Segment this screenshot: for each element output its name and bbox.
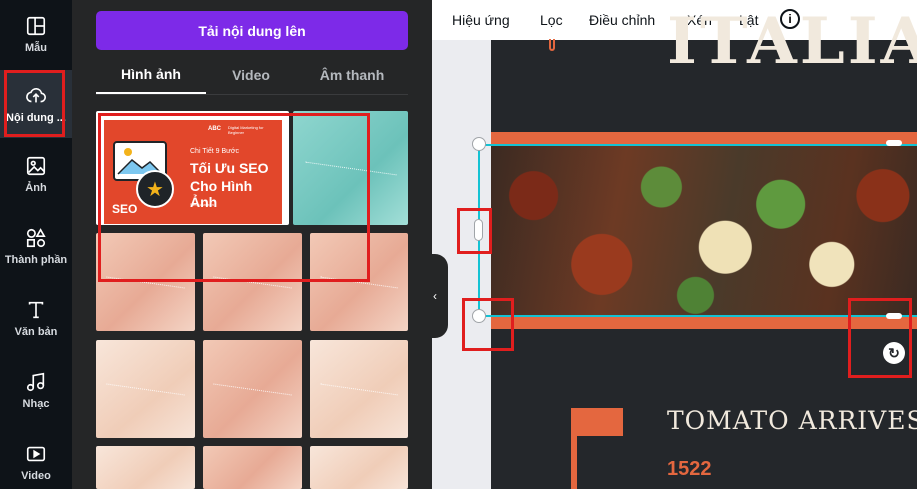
poster-year[interactable]: 1522 [667, 458, 712, 481]
nav-item-label: Video [21, 469, 51, 482]
poster-orange-pole [571, 408, 577, 489]
nav-item-video[interactable]: Video [0, 428, 72, 489]
media-tabs: Hình ảnh Video Âm thanh [96, 56, 408, 94]
template-icon [26, 16, 46, 35]
poster-food-image[interactable] [491, 144, 917, 316]
chevron-left-icon: ‹ [433, 289, 437, 303]
highlight-box-corner-handle [462, 298, 514, 351]
adjust-button[interactable]: Điều chỉnh [589, 0, 655, 40]
nav-item-photos[interactable]: Ảnh [0, 140, 72, 208]
collapse-panel-button[interactable]: ‹ [422, 254, 448, 338]
nav-item-elements[interactable]: Thành phần [0, 212, 72, 280]
music-icon [26, 372, 45, 391]
poster-top-bar [491, 132, 917, 144]
video-icon [26, 446, 46, 461]
nav-item-templates[interactable]: Mẫu [0, 0, 72, 68]
uploaded-image-bracelet[interactable] [96, 446, 195, 489]
nav-item-label: Nhạc [22, 397, 50, 410]
uploaded-image-bracelet[interactable] [203, 340, 302, 438]
highlight-box-rotate [848, 298, 912, 378]
resize-handle-top-right[interactable] [886, 140, 902, 146]
text-icon [28, 301, 44, 318]
nav-item-label: Thành phần [4, 253, 68, 266]
upload-media-button[interactable]: Tải nội dung lên [96, 11, 408, 50]
highlight-box-side-handle [457, 208, 492, 254]
elements-icon [26, 227, 46, 247]
poster-subtitle[interactable]: TOMATO ARRIVES IN [667, 406, 917, 435]
nav-item-music[interactable]: Nhạc [0, 356, 72, 424]
canva-editor: Mẫu Nội dung ... Ảnh Thành phần Văn bản … [0, 0, 917, 489]
image-icon [26, 156, 46, 175]
highlight-box-uploads [4, 70, 65, 137]
uploaded-image-bracelet[interactable] [96, 340, 195, 438]
filter-button[interactable]: Lọc [540, 0, 563, 40]
tab-audio[interactable]: Âm thanh [296, 56, 408, 94]
poster-orange-flag [571, 408, 623, 436]
resize-handle-top-left[interactable] [472, 137, 486, 151]
uploaded-image-bracelet[interactable] [310, 340, 408, 438]
tab-video[interactable]: Video [206, 56, 296, 94]
highlight-box-images [98, 113, 370, 282]
poster-title[interactable]: ITALIAN [667, 10, 917, 74]
tab-images[interactable]: Hình ảnh [96, 56, 206, 94]
nav-item-label: Mẫu [25, 41, 47, 54]
decorative-mark [549, 39, 555, 51]
nav-item-text[interactable]: Văn bản [0, 284, 72, 352]
uploaded-image-bracelet[interactable] [203, 446, 302, 489]
effects-button[interactable]: Hiệu ứng [452, 0, 510, 40]
nav-item-label: Văn bản [14, 325, 58, 338]
tab-divider [96, 94, 408, 95]
nav-item-label: Ảnh [25, 181, 47, 194]
selection-border-top [478, 144, 917, 146]
uploaded-image-bracelet[interactable] [310, 446, 408, 489]
